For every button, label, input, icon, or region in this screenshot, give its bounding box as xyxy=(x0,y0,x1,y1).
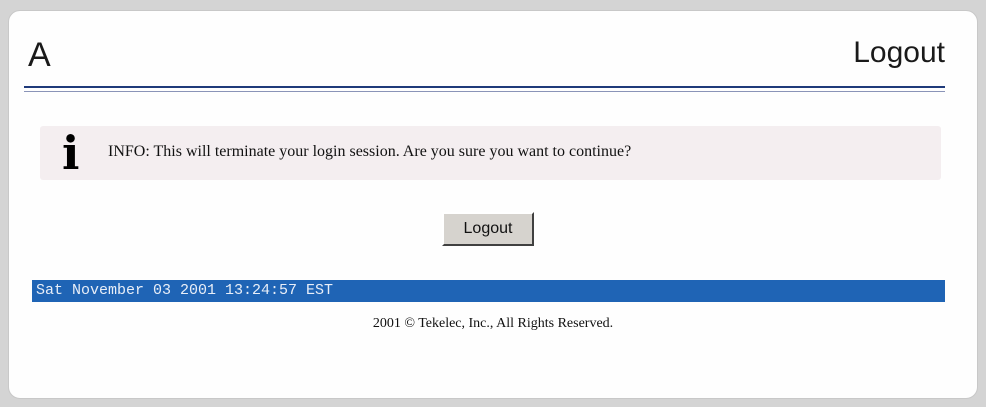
page-letter: A xyxy=(28,36,51,74)
copyright-footer: 2001 © Tekelec, Inc., All Rights Reserve… xyxy=(0,316,986,332)
status-bar: Sat November 03 2001 13:24:57 EST xyxy=(32,280,945,302)
page-title: Logout xyxy=(853,36,945,69)
copyright-text: 2001 © Tekelec, Inc., All Rights Reserve… xyxy=(372,316,614,331)
info-icon: i xyxy=(62,126,80,180)
info-message-box: i INFO: This will terminate your login s… xyxy=(40,126,941,180)
status-datetime: Sat November 03 2001 13:24:57 EST xyxy=(36,282,334,299)
logout-button[interactable]: Logout xyxy=(442,212,534,246)
info-message: INFO: This will terminate your login ses… xyxy=(108,143,632,160)
page-header: A Logout xyxy=(24,28,945,92)
